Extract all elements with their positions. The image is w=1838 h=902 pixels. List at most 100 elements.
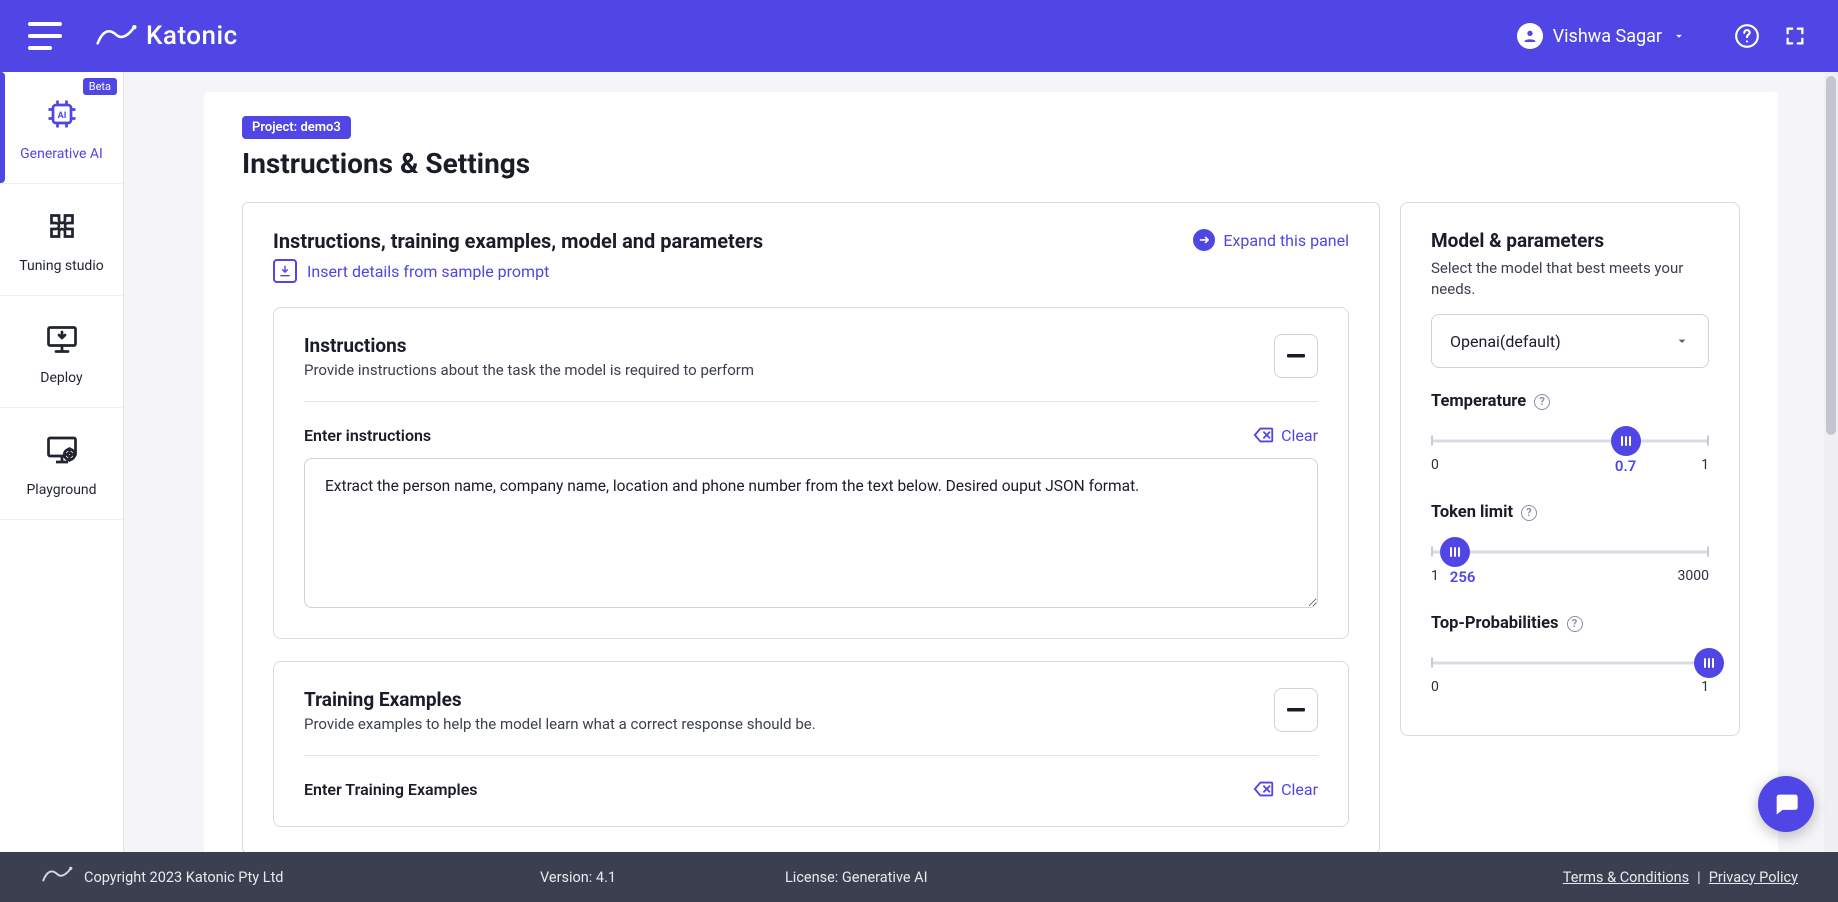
clear-training-button[interactable]: Clear [1253,778,1318,800]
help-icon[interactable]: ? [1534,394,1550,410]
expand-panel-button[interactable]: ➜ Expand this panel [1193,229,1349,251]
help-icon[interactable]: ? [1567,616,1583,632]
collapse-instructions-button[interactable] [1274,334,1318,378]
minus-icon [1287,354,1305,358]
top-p-min: 0 [1431,679,1439,695]
clear-instructions-button[interactable]: Clear [1253,424,1318,446]
user-name: Vishwa Sagar [1553,26,1662,47]
footer-version: Version: 4.1 [540,869,616,886]
help-icon[interactable]: ? [1521,505,1537,521]
katonic-mark-icon [94,19,138,53]
minus-icon [1287,708,1305,712]
divider [304,755,1318,756]
training-subheading: Provide examples to help the model learn… [304,715,816,733]
sidebar: Beta AI Generative AI Tuning studio Depl… [0,72,124,852]
slider-thumb-icon[interactable] [1611,426,1641,456]
top-p-max: 1 [1701,679,1709,695]
token-limit-value: 256 [1450,568,1476,586]
model-select-value: Openai(default) [1450,332,1561,351]
insert-sample-label: Insert details from sample prompt [307,262,549,281]
token-limit-slider[interactable] [1431,542,1709,562]
main-scroll-area[interactable]: Project: demo3 Instructions & Settings I… [124,72,1838,852]
top-p-param: Top-Probabilities ? 0 1 [1431,614,1709,695]
help-icon[interactable] [1732,21,1762,51]
model-select[interactable]: Openai(default) [1431,314,1709,368]
scrollbar[interactable] [1824,72,1838,852]
training-examples-card: Training Examples Provide examples to he… [273,661,1349,827]
top-p-slider[interactable] [1431,653,1709,673]
temperature-slider[interactable] [1431,431,1709,451]
divider [304,401,1318,402]
katonic-mark-icon [40,864,74,890]
svg-text:AI: AI [57,110,66,120]
sidebar-item-label: Generative AI [20,146,103,162]
backspace-x-icon [1253,424,1275,446]
footer: Copyright 2023 Katonic Pty Ltd Version: … [0,852,1838,902]
insert-sample-button[interactable]: Insert details from sample prompt [273,259,1349,283]
footer-terms-link[interactable]: Terms & Conditions [1563,869,1689,886]
instructions-textarea[interactable] [304,458,1318,608]
temperature-max: 1 [1701,457,1709,473]
chat-icon [1772,790,1800,818]
chip-ai-icon: AI [42,94,82,134]
gear-monitor-icon [42,430,82,470]
avatar-icon [1517,23,1543,49]
beta-badge: Beta [83,78,117,95]
chevron-down-icon [1674,333,1690,349]
instructions-heading: Instructions [304,334,754,357]
sidebar-item-label: Playground [26,482,96,498]
collapse-training-button[interactable] [1274,688,1318,732]
brand-logo: Katonic [94,19,238,53]
top-p-label: Top-Probabilities [1431,614,1559,633]
temperature-value: 0.7 [1615,457,1636,475]
backspace-x-icon [1253,778,1275,800]
sidebar-item-generative-ai[interactable]: Beta AI Generative AI [0,72,123,184]
download-monitor-icon [42,318,82,358]
temperature-param: Temperature ? 0 0.7 1 [1431,392,1709,473]
expand-panel-label: Expand this panel [1223,231,1349,250]
instructions-card: Instructions Provide instructions about … [273,307,1349,639]
sidebar-item-playground[interactable]: Playground [0,408,123,520]
token-limit-max: 3000 [1678,568,1709,584]
token-limit-min: 1 [1431,568,1439,584]
chat-launcher-button[interactable] [1758,776,1814,832]
chevron-down-icon [1672,29,1686,43]
footer-privacy-link[interactable]: Privacy Policy [1709,869,1798,886]
model-params-card: Model & parameters Select the model that… [1400,202,1740,736]
fullscreen-icon[interactable] [1780,21,1810,51]
page-title: Instructions & Settings [242,147,1740,180]
user-menu[interactable]: Vishwa Sagar [1517,23,1686,49]
panel-title: Instructions, training examples, model a… [273,229,763,253]
footer-copyright: Copyright 2023 Katonic Pty Ltd [84,869,284,886]
slider-thumb-icon[interactable] [1440,537,1470,567]
sidebar-item-label: Deploy [40,370,82,386]
instructions-panel: Instructions, training examples, model a… [242,202,1380,852]
slider-thumb-icon[interactable] [1694,648,1724,678]
clear-label: Clear [1281,426,1318,445]
scrollbar-thumb[interactable] [1826,76,1836,435]
arrow-right-circle-icon: ➜ [1193,229,1215,251]
token-limit-label: Token limit [1431,503,1513,522]
token-limit-param: Token limit ? 1 256 3000 [1431,503,1709,584]
temperature-label: Temperature [1431,392,1526,411]
content-card: Project: demo3 Instructions & Settings I… [204,92,1778,852]
menu-toggle-icon[interactable] [28,22,62,50]
download-icon [273,259,297,283]
sidebar-item-label: Tuning studio [19,258,103,274]
brand-name: Katonic [146,21,238,51]
training-field-label: Enter Training Examples [304,780,478,799]
sidebar-item-deploy[interactable]: Deploy [0,296,123,408]
params-heading: Model & parameters [1431,229,1709,252]
temperature-min: 0 [1431,457,1439,473]
instructions-field-label: Enter instructions [304,426,431,445]
training-heading: Training Examples [304,688,816,711]
instructions-subheading: Provide instructions about the task the … [304,361,754,379]
footer-separator: | [1697,869,1701,886]
puzzle-icon [42,206,82,246]
project-badge: Project: demo3 [242,116,351,139]
topbar: Katonic Vishwa Sagar [0,0,1838,72]
clear-label: Clear [1281,780,1318,799]
sidebar-item-tuning-studio[interactable]: Tuning studio [0,184,123,296]
footer-license: License: Generative AI [785,869,928,886]
params-column: Model & parameters Select the model that… [1400,202,1740,852]
